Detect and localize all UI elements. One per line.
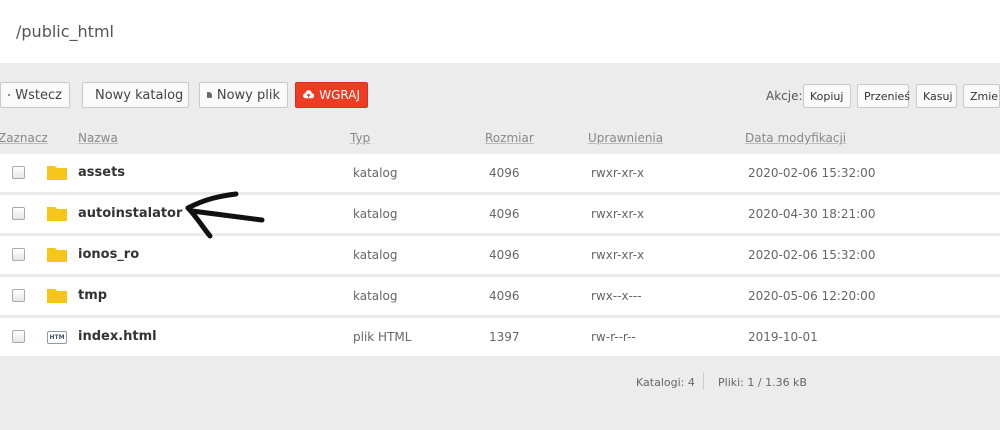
folder-icon	[47, 248, 67, 262]
html-file-icon: HTM	[47, 331, 67, 344]
column-modified[interactable]: Data modyfikacji	[745, 131, 846, 145]
row-checkbox[interactable]	[12, 166, 25, 179]
file-name[interactable]: index.html	[78, 329, 157, 344]
file-modified: 2020-02-06 15:32:00	[748, 166, 876, 180]
column-select[interactable]: Zaznacz	[0, 131, 48, 145]
row-checkbox[interactable]	[12, 330, 25, 343]
file-icon	[207, 92, 212, 98]
file-type: plik HTML	[353, 330, 412, 344]
file-size: 4096	[489, 289, 520, 303]
move-label: Przenieś	[864, 89, 911, 103]
new-file-button[interactable]: Nowy plik	[199, 82, 288, 108]
file-name[interactable]: ionos_ro	[78, 247, 139, 262]
table-row[interactable]: tmp katalog 4096 rwx--x--- 2020-05-06 12…	[0, 277, 1000, 315]
column-name[interactable]: Nazwa	[78, 131, 118, 145]
cloud-upload-icon	[303, 90, 315, 99]
column-size[interactable]: Rozmiar	[485, 131, 534, 145]
upload-button[interactable]: WGRAJ	[295, 82, 368, 108]
folder-icon	[47, 289, 67, 303]
actions-label: Akcje:	[766, 89, 803, 103]
delete-label: Kasuj	[923, 89, 953, 103]
file-permissions: rwxr-xr-x	[591, 166, 645, 180]
change-button[interactable]: Zmien	[963, 84, 1000, 108]
table-row[interactable]: HTM index.html plik HTML 1397 rw-r--r-- …	[0, 318, 1000, 356]
file-modified: 2020-04-30 18:21:00	[748, 207, 876, 221]
delete-button[interactable]: Kasuj	[916, 84, 957, 108]
file-modified: 2020-05-06 12:20:00	[748, 289, 876, 303]
file-type: katalog	[353, 207, 398, 221]
file-name[interactable]: tmp	[78, 288, 107, 303]
file-name[interactable]: autoinstalator	[78, 206, 182, 221]
back-button-label: Wstecz	[15, 87, 62, 103]
new-folder-button[interactable]: Nowy katalog	[82, 82, 189, 108]
upload-label: WGRAJ	[319, 88, 360, 102]
folder-icon	[47, 207, 67, 221]
back-button[interactable]: Wstecz	[0, 82, 70, 108]
row-checkbox[interactable]	[12, 207, 25, 220]
file-size: 4096	[489, 248, 520, 262]
copy-button[interactable]: Kopiuj	[803, 84, 851, 108]
file-type: katalog	[353, 166, 398, 180]
file-modified: 2020-02-06 15:32:00	[748, 248, 876, 262]
folder-count: Katalogi: 4	[636, 376, 695, 389]
file-permissions: rwxr-xr-x	[591, 207, 645, 221]
file-size: 4096	[489, 166, 520, 180]
file-size: 4096	[489, 207, 520, 221]
file-size: 1397	[489, 330, 520, 344]
file-type: katalog	[353, 248, 398, 262]
path-bar: /public_html	[0, 0, 1000, 63]
file-permissions: rwx--x---	[591, 289, 642, 303]
file-name[interactable]: assets	[78, 165, 125, 180]
divider	[703, 372, 704, 390]
folder-icon	[47, 166, 67, 180]
row-checkbox[interactable]	[12, 289, 25, 302]
file-modified: 2019-10-01	[748, 330, 818, 344]
new-folder-label: Nowy katalog	[95, 87, 184, 103]
file-type: katalog	[353, 289, 398, 303]
hand-drawn-arrow-annotation	[185, 191, 265, 239]
file-permissions: rw-r--r--	[591, 330, 636, 344]
row-checkbox[interactable]	[12, 248, 25, 261]
back-arrow-icon	[8, 93, 11, 97]
column-permissions[interactable]: Uprawnienia	[588, 131, 663, 145]
table-row[interactable]: autoinstalator katalog 4096 rwxr-xr-x 20…	[0, 195, 1000, 233]
move-button[interactable]: Przenieś	[857, 84, 911, 108]
copy-label: Kopiuj	[810, 89, 844, 103]
current-path: /public_html	[16, 22, 114, 41]
change-label: Zmien	[970, 89, 999, 103]
file-summary: Pliki: 1 / 1.36 kB	[718, 376, 807, 389]
file-permissions: rwxr-xr-x	[591, 248, 645, 262]
new-file-label: Nowy plik	[216, 87, 280, 103]
table-row[interactable]: ionos_ro katalog 4096 rwxr-xr-x 2020-02-…	[0, 236, 1000, 274]
table-row[interactable]: assets katalog 4096 rwxr-xr-x 2020-02-06…	[0, 154, 1000, 192]
column-type[interactable]: Typ	[350, 131, 370, 145]
